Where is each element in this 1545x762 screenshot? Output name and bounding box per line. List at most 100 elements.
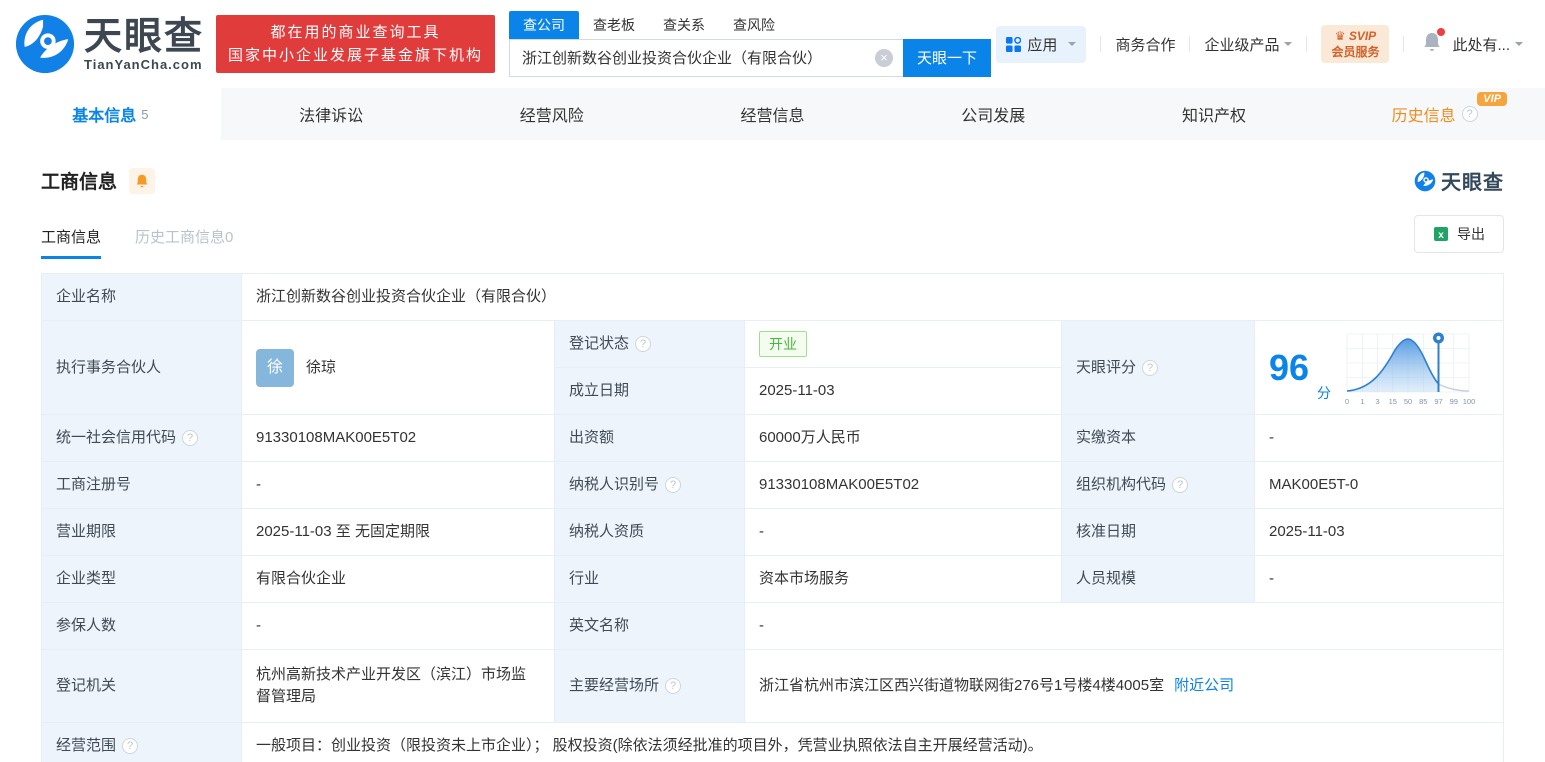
help-icon[interactable]: ? [1461,106,1478,122]
divider [1306,36,1308,52]
page-header: 天眼查 TianYanCha.com 都在用的商业查询工具 国家中小企业发展子基… [0,0,1545,88]
apps-menu-button[interactable]: 应用 [996,25,1087,63]
field-value-registration-authority: 杭州高新技术产业开发区（滨江）市场监督管理局 [242,650,555,723]
notification-bell-button[interactable] [1422,28,1446,57]
field-label-insured-count: 参保人数 [42,603,242,650]
tab-legal-litigation[interactable]: 法律诉讼 [221,88,442,140]
help-icon[interactable]: ? [182,430,199,446]
cooperation-link[interactable]: 商务合作 [1115,34,1175,55]
tianyancha-logo-icon [1414,170,1436,191]
field-label-contribution: 出资额 [555,415,745,462]
nearby-companies-link[interactable]: 附近公司 [1174,675,1234,697]
field-value-approval-date: 2025-11-03 [1255,509,1504,556]
field-label-approval-date: 核准日期 [1062,509,1255,556]
user-menu[interactable]: 此处有... [1452,34,1523,55]
tab-history-info[interactable]: VIP 历史信息 ? [1324,88,1545,140]
field-label-business-term: 营业期限 [42,509,242,556]
subtab-history-count: 0 [225,229,234,246]
svip-sub-label: 会员服务 [1331,45,1380,59]
tab-intellectual-property[interactable]: 知识产权 [1104,88,1325,140]
field-value-credit-code: 91330108MAK00E5T02 [242,415,555,462]
svg-text:15: 15 [1389,397,1397,406]
field-label-registration-authority: 登记机关 [42,650,242,723]
svg-text:3: 3 [1375,397,1379,406]
business-info-table: 企业名称 浙江创新数谷创业投资合伙企业（有限合伙） 执行事务合伙人 徐 徐琼 登… [41,273,1504,762]
apps-label: 应用 [1027,36,1058,54]
svg-text:99: 99 [1450,397,1458,406]
field-label-industry: 行业 [555,556,745,603]
search-input[interactable] [509,38,904,77]
tab-operating-risk[interactable]: 经营风险 [441,88,662,140]
svg-text:85: 85 [1419,397,1427,406]
field-label-company-name: 企业名称 [42,274,242,321]
clear-search-icon[interactable]: × [875,48,894,67]
field-label-reg-number: 工商注册号 [42,462,242,509]
score-distribution-chart: 0 1 3 15 50 85 97 99 100 [1345,332,1475,406]
chevron-down-icon [1284,42,1293,50]
field-value-company-type: 有限合伙企业 [242,556,555,603]
excel-icon: x [1434,227,1448,241]
help-icon[interactable]: ? [122,738,139,754]
header-nav: 应用 商务合作 企业级产品 ♛ SVIP 会员服务 此处有... [996,25,1523,63]
subtab-business-info[interactable]: 工商信息 [41,226,102,259]
field-value-contribution: 60000万人民币 [745,415,1062,462]
field-label-taxpayer-id: 纳税人识别号 ? [555,462,745,509]
partner-name[interactable]: 徐琼 [306,357,336,379]
help-icon[interactable]: ? [665,678,682,694]
slogan-line1: 都在用的商业查询工具 [270,24,441,41]
company-tabbar: 基本信息 5 法律诉讼 经营风险 经营信息 公司发展 知识产权 VIP 历史信息… [0,88,1545,140]
search-area: 查公司 查老板 查关系 查风险 × 天眼一下 [509,10,992,77]
brand-slogan: 都在用的商业查询工具 国家中小企业发展子基金旗下机构 [216,15,496,73]
help-icon[interactable]: ? [1172,477,1189,493]
bell-icon [136,174,148,187]
field-value-org-code: MAK00E5T-0 [1255,462,1504,509]
notification-dot [1437,28,1446,36]
partner-avatar[interactable]: 徐 [256,348,294,387]
tianyancha-watermark: 天眼查 [1414,166,1504,195]
field-label-english-name: 英文名称 [555,603,745,650]
field-value-taxpayer-id: 91330108MAK00E5T02 [745,462,1062,509]
field-label-business-address: 主要经营场所 ? [555,650,745,723]
field-label-company-type: 企业类型 [42,556,242,603]
tianyancha-logo[interactable]: 天眼查 TianYanCha.com [14,13,204,75]
field-label-credit-code: 统一社会信用代码 ? [42,415,242,462]
help-icon[interactable]: ? [1142,359,1159,376]
svip-member-button[interactable]: ♛ SVIP 会员服务 [1321,25,1390,63]
field-value-taxpayer-qualification: - [745,509,1062,556]
enterprise-products-menu[interactable]: 企业级产品 [1204,34,1293,55]
field-value-business-address: 浙江省杭州市滨江区西兴街道物联网街276号1号楼4楼4005室 附近公司 [745,650,1504,723]
search-tab-boss[interactable]: 查老板 [579,11,649,39]
user-name: 此处有... [1452,36,1510,54]
field-value-reg-number: - [242,462,555,509]
field-value-insured-count: - [242,603,555,650]
search-tab-relation[interactable]: 查关系 [649,11,719,39]
tab-company-development[interactable]: 公司发展 [883,88,1104,140]
help-icon[interactable]: ? [635,336,652,352]
tab-business-info[interactable]: 经营信息 [662,88,883,140]
score-unit: 分 [1317,385,1332,401]
search-tab-company[interactable]: 查公司 [509,10,580,39]
field-label-tianyan-score: 天眼评分 ? [1062,321,1255,415]
svg-text:x: x [1438,230,1444,241]
help-icon[interactable]: ? [665,477,682,493]
tianyancha-logo-icon [15,14,75,74]
tab-basic-info[interactable]: 基本信息 5 [0,88,221,140]
field-value-paid-capital: - [1255,415,1504,462]
export-button[interactable]: x 导出 [1414,215,1504,253]
logo-text-cn: 天眼查 [84,15,205,58]
watermark-text: 天眼查 [1441,172,1504,194]
svg-text:50: 50 [1404,397,1412,406]
search-tab-risk[interactable]: 查风险 [719,11,789,39]
divider [1403,36,1405,52]
chevron-down-icon [1515,42,1523,50]
field-value-business-scope: 一般项目：创业投资（限投资未上市企业）； 股权投资(除依法须经批准的项目外，凭营… [242,723,1504,762]
field-value-establish-date: 2025-11-03 [745,368,1062,415]
subtab-history-business-info[interactable]: 历史工商信息0 [135,226,233,259]
field-value-registration-status: 开业 [745,321,1062,368]
logo-text-en: TianYanCha.com [84,56,203,72]
tab-basic-info-count: 5 [141,106,149,122]
search-button[interactable]: 天眼一下 [903,38,992,77]
monitor-bell-button[interactable] [129,167,156,194]
field-label-executive-partner: 执行事务合伙人 [42,321,242,415]
score-value: 96 [1269,346,1310,388]
